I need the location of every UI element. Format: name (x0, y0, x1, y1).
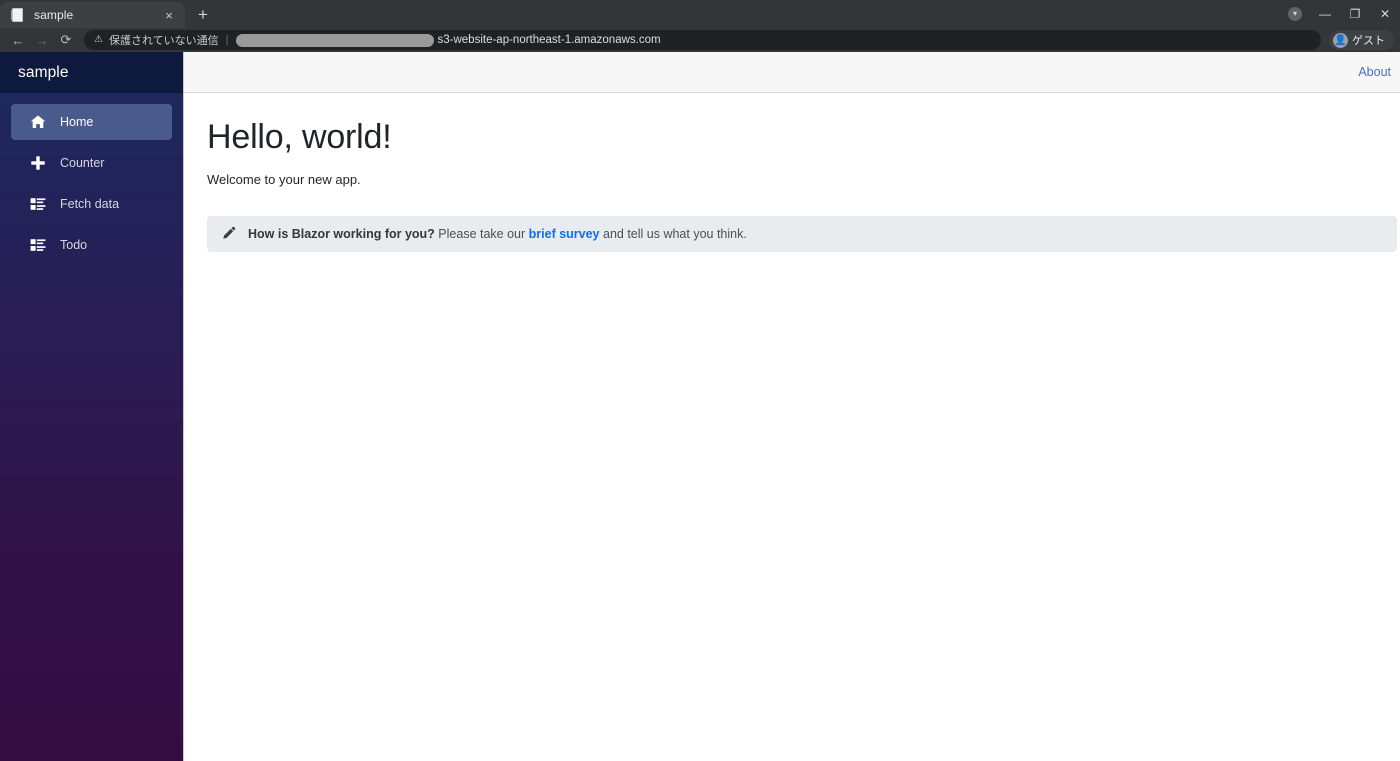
sidebar-item-label: Fetch data (60, 197, 120, 211)
alert-text: How is Blazor working for you? Please ta… (248, 227, 747, 241)
forward-button[interactable]: → (30, 29, 54, 51)
page-title: Hello, world! (207, 118, 392, 156)
redacted-url-segment (235, 33, 434, 47)
close-window-button[interactable]: ✕ (1370, 2, 1400, 26)
browser-tab[interactable]: sample × (0, 2, 185, 28)
list-rich-icon (30, 196, 46, 212)
top-row: About (184, 52, 1400, 93)
survey-alert: How is Blazor working for you? Please ta… (207, 215, 1397, 252)
page-subtitle: Welcome to your new app. (207, 171, 361, 187)
browser-toolbar: ← → ⟳ ⚠ 保護されていない通信 | s3-website-ap-north… (0, 28, 1400, 52)
list-rich-icon (30, 237, 46, 253)
url-text: s3-website-ap-northeast-1.amazonaws.com (437, 34, 661, 46)
sidebar-item-label: Counter (60, 156, 105, 170)
alert-text-after: and tell us what you think. (599, 226, 747, 241)
sidebar-item-label: Todo (60, 238, 88, 252)
omnibox-separator: | (225, 34, 229, 46)
alert-text-before: Please take our (434, 226, 529, 241)
extensions-button[interactable]: ▾ (1280, 2, 1310, 26)
tab-title: sample (34, 8, 74, 22)
tab-strip: sample × + ▾ — ❐ ✕ (0, 0, 1400, 28)
main-article: Hello, world! Welcome to your new app. H… (184, 93, 1400, 252)
sidebar-item-counter[interactable]: Counter (11, 145, 172, 181)
window-controls: ▾ — ❐ ✕ (1280, 0, 1400, 28)
plus-icon (30, 155, 46, 171)
sidebar-item-label: Home (60, 115, 94, 129)
page-viewport: sample Home Counter Fetch data Todo Abou… (0, 52, 1400, 761)
browser-window: sample × + ▾ — ❐ ✕ ← → ⟳ ⚠ 保護されていない通信 | … (0, 0, 1400, 761)
brand-header[interactable]: sample (0, 52, 183, 93)
chevron-down-icon: ▾ (1288, 7, 1302, 21)
minimize-button[interactable]: — (1310, 2, 1340, 26)
brief-survey-link[interactable]: brief survey (529, 227, 600, 241)
maximize-button[interactable]: ❐ (1340, 2, 1370, 26)
about-link[interactable]: About (1358, 65, 1391, 79)
sidebar-item-fetch-data[interactable]: Fetch data (11, 186, 172, 222)
address-bar[interactable]: ⚠ 保護されていない通信 | s3-website-ap-northeast-1… (84, 30, 1321, 50)
pencil-icon (221, 226, 236, 241)
profile-name: ゲスト (1352, 35, 1385, 47)
warning-icon: ⚠ (94, 34, 103, 45)
brand-title: sample (18, 63, 69, 81)
sidebar-item-home[interactable]: Home (11, 104, 172, 140)
person-icon: 👤 (1333, 32, 1348, 48)
close-icon[interactable]: × (161, 7, 177, 23)
reload-button[interactable]: ⟳ (54, 29, 78, 51)
sidebar-item-todo[interactable]: Todo (11, 227, 172, 263)
profile-button[interactable]: 👤 ゲスト (1329, 30, 1394, 50)
sidebar-nav: Home Counter Fetch data Todo (0, 93, 183, 268)
page-icon (10, 7, 26, 23)
sidebar: sample Home Counter Fetch data Todo (0, 52, 184, 761)
new-tab-button[interactable]: + (189, 2, 217, 28)
home-icon (30, 114, 46, 130)
security-status-text: 保護されていない通信 (108, 35, 219, 47)
alert-heading: How is Blazor working for you? (248, 226, 435, 241)
content-area: About Hello, world! Welcome to your new … (184, 52, 1400, 761)
back-button[interactable]: ← (6, 29, 30, 51)
